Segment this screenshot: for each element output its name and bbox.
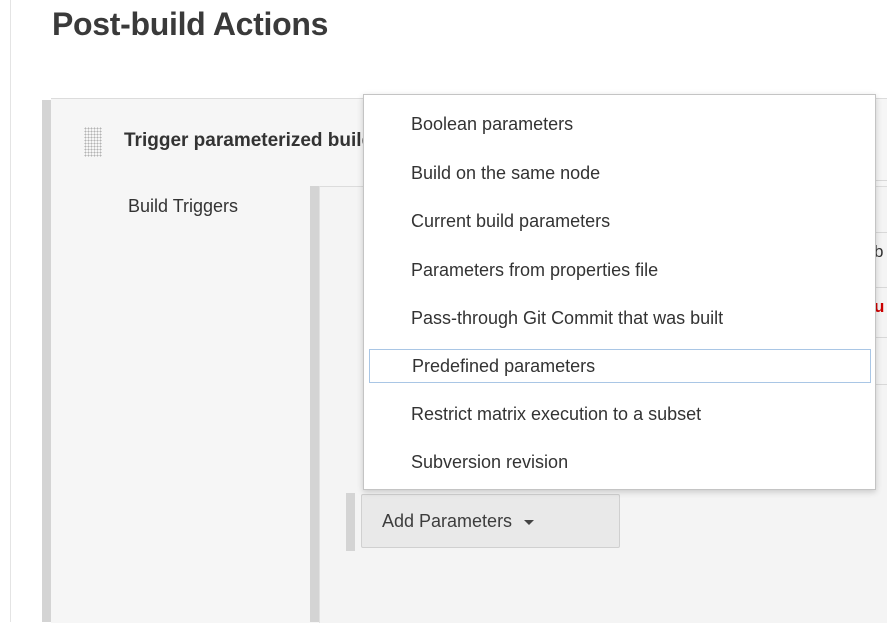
add-parameters-label: Add Parameters xyxy=(382,510,513,531)
button-left-stripe xyxy=(346,493,355,551)
caret-down-icon xyxy=(524,520,535,525)
page-title: Post-build Actions xyxy=(52,6,329,42)
section-left-bar xyxy=(42,100,51,622)
menu-item-predefined-parameters[interactable]: Predefined parameters xyxy=(369,349,871,383)
menu-item-pass-through-git-commit[interactable]: Pass-through Git Commit that was built xyxy=(364,301,875,335)
add-parameters-dropdown-menu: Boolean parameters Build on the same nod… xyxy=(363,94,876,490)
inner-left-bar xyxy=(310,186,319,622)
menu-item-boolean-parameters[interactable]: Boolean parameters xyxy=(364,107,875,141)
page-gutter-line xyxy=(10,0,11,622)
build-triggers-label: Build Triggers xyxy=(128,196,239,216)
menu-item-build-on-same-node[interactable]: Build on the same node xyxy=(364,156,875,190)
menu-item-restrict-matrix-execution[interactable]: Restrict matrix execution to a subset xyxy=(364,397,875,431)
add-parameters-button[interactable]: Add Parameters xyxy=(361,494,620,548)
menu-item-subversion-revision[interactable]: Subversion revision xyxy=(364,445,875,479)
menu-item-parameters-from-properties-file[interactable]: Parameters from properties file xyxy=(364,253,875,287)
drag-handle-icon[interactable] xyxy=(84,127,102,157)
section-heading: Trigger parameterized build on other pro… xyxy=(124,130,374,151)
menu-item-current-build-parameters[interactable]: Current build parameters xyxy=(364,204,875,238)
